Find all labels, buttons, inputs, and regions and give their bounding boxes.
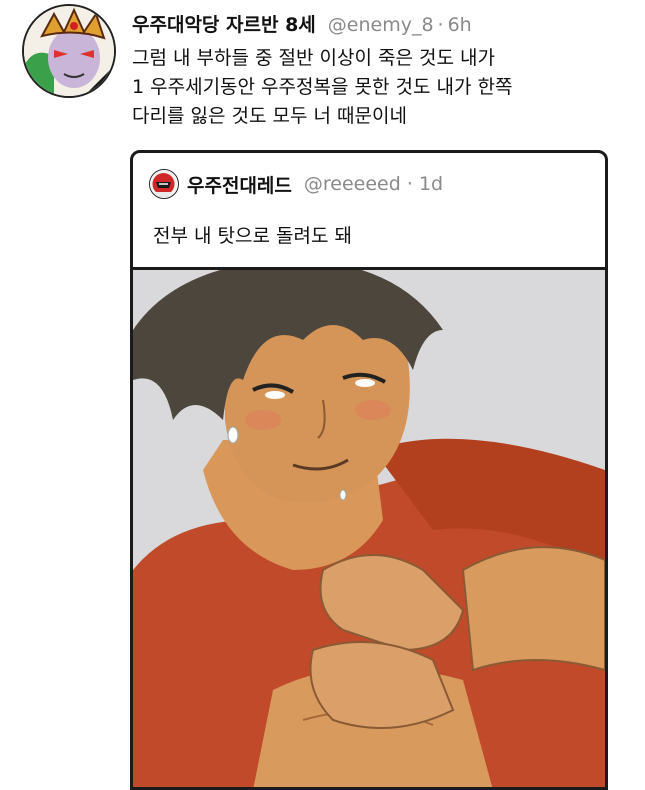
tweet-meta: @enemy_8 · 6h	[328, 14, 472, 36]
avatar[interactable]	[22, 4, 116, 98]
quoted-tweet-card[interactable]: 우주전대레드 @reeeeed · 1d 전부 내 탓으로 돌려도 돼	[130, 150, 608, 790]
quoted-media-image[interactable]	[133, 267, 605, 787]
quoted-display-name[interactable]: 우주전대레드	[187, 171, 292, 198]
quoted-tweet-meta: @reeeeed · 1d	[304, 173, 443, 195]
tweet-header: 우주대악당 자르반 8세 @enemy_8 · 6h	[132, 10, 472, 40]
tweet-text: 그럼 내 부하들 중 절반 이상이 죽은 것도 내가 1 우주세기동안 우주정복…	[132, 44, 632, 131]
quoted-handle[interactable]: @reeeeed	[304, 173, 401, 195]
quoted-tweet-text: 전부 내 탓으로 돌려도 돼	[153, 225, 352, 247]
quoted-tweet-header: 우주전대레드 @reeeeed · 1d	[149, 169, 443, 199]
tweet-text-line: 다리를 잃은 것도 모두 너 때문이네	[132, 105, 407, 127]
villain-avatar-icon	[24, 6, 114, 96]
display-name[interactable]: 우주대악당 자르반 8세	[132, 10, 316, 37]
illustration-image	[133, 270, 605, 787]
tweet-text-line: 1 우주세기동안 우주정복을 못한 것도 내가 한쪽	[132, 76, 513, 98]
quoted-timestamp[interactable]: 1d	[419, 173, 443, 195]
tweet-text-line: 그럼 내 부하들 중 절반 이상이 죽은 것도 내가	[132, 47, 495, 69]
red-helmet-avatar-icon	[150, 170, 177, 197]
timestamp[interactable]: 6h	[448, 14, 472, 36]
handle[interactable]: @enemy_8	[328, 14, 434, 36]
quoted-avatar[interactable]	[149, 169, 179, 199]
meta-separator: ·	[406, 173, 413, 195]
meta-separator: ·	[437, 14, 444, 36]
